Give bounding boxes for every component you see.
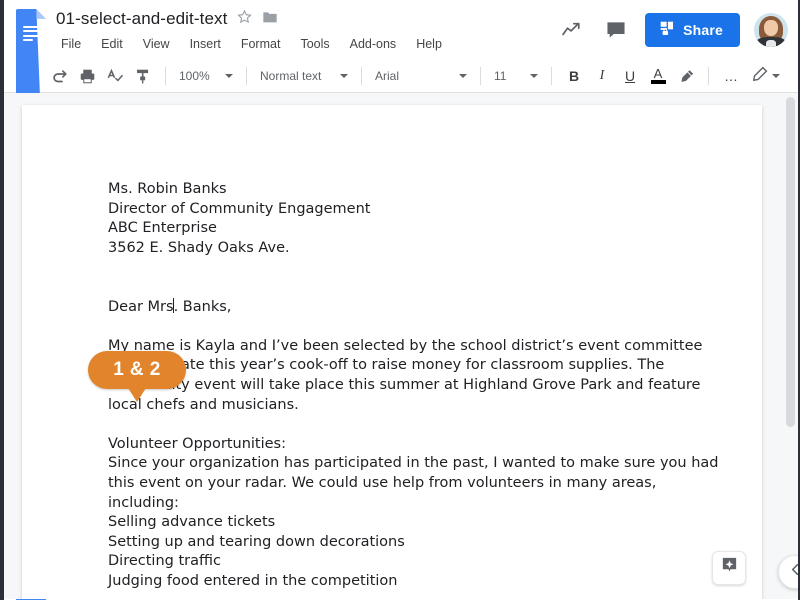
recipient-address: 3562 E. Shady Oaks Ave. bbox=[108, 239, 290, 256]
menu-item-view[interactable]: View bbox=[140, 35, 173, 53]
chevron-down-icon bbox=[530, 74, 538, 78]
menu-bar: File Edit View Insert Format Tools Add-o… bbox=[56, 35, 557, 53]
list-item: Judging food entered in the competition bbox=[108, 572, 398, 589]
google-docs-window: 01-select-and-edit-text File Edit View I… bbox=[0, 0, 800, 600]
title-and-menu: 01-select-and-edit-text File Edit View I… bbox=[56, 0, 557, 53]
recipient-title: Director of Community Engagement bbox=[108, 200, 371, 217]
edit-mode-select[interactable] bbox=[748, 64, 790, 88]
text-color-label: A bbox=[653, 66, 663, 81]
header-actions: Share bbox=[557, 0, 798, 60]
toolbar-divider bbox=[708, 67, 709, 85]
menu-item-file[interactable]: File bbox=[58, 35, 84, 53]
text-color-swatch bbox=[650, 80, 666, 84]
vertical-scrollbar-thumb[interactable] bbox=[786, 97, 795, 427]
explore-assistant-icon bbox=[720, 556, 739, 580]
text-color-button[interactable]: A bbox=[645, 63, 671, 89]
list-item: Directing traffic bbox=[108, 553, 221, 570]
highlight-pen-icon[interactable] bbox=[673, 63, 699, 89]
salutation: Dear Mrs. Banks, bbox=[108, 297, 720, 318]
salutation-after: . Banks, bbox=[173, 298, 232, 315]
menu-item-insert[interactable]: Insert bbox=[187, 35, 224, 53]
italic-button[interactable]: I bbox=[589, 63, 615, 89]
toolbar-divider bbox=[480, 67, 481, 85]
document-title[interactable]: 01-select-and-edit-text bbox=[56, 9, 227, 29]
list-item: Setting up and tearing down decorations bbox=[108, 533, 405, 550]
explore-button[interactable] bbox=[712, 551, 746, 585]
salutation-before: Dear Mrs bbox=[108, 298, 174, 315]
google-docs-icon[interactable] bbox=[16, 9, 46, 600]
zoom-value: 100% bbox=[179, 69, 210, 83]
font-family-select[interactable]: Arial bbox=[371, 64, 471, 88]
chevron-down-icon bbox=[772, 74, 780, 78]
underline-label: U bbox=[624, 68, 636, 84]
spellcheck-icon[interactable] bbox=[102, 63, 128, 89]
edit-pencil-icon bbox=[752, 66, 768, 87]
app-header: 01-select-and-edit-text File Edit View I… bbox=[4, 0, 798, 600]
document-text-body[interactable]: Ms. Robin Banks Director of Community En… bbox=[22, 105, 762, 591]
redo-icon[interactable] bbox=[46, 63, 72, 89]
menu-item-format[interactable]: Format bbox=[238, 35, 284, 53]
star-icon[interactable] bbox=[237, 9, 253, 29]
more-options-button[interactable]: … bbox=[718, 63, 744, 89]
title-row: 01-select-and-edit-text bbox=[56, 6, 557, 32]
menu-item-help[interactable]: Help bbox=[413, 35, 445, 53]
chevron-down-icon bbox=[459, 74, 467, 78]
paragraph-style-value: Normal text bbox=[260, 69, 322, 83]
toolbar-divider bbox=[361, 67, 362, 85]
menu-item-tools[interactable]: Tools bbox=[297, 35, 332, 53]
toolbar-divider bbox=[246, 67, 247, 85]
annotation-badge-tail bbox=[128, 388, 146, 402]
chevron-down-icon bbox=[340, 74, 348, 78]
document-canvas[interactable]: Ms. Robin Banks Director of Community En… bbox=[4, 93, 798, 599]
paragraph-style-select[interactable]: Normal text bbox=[256, 64, 352, 88]
font-size-value: 11 bbox=[494, 69, 507, 83]
chevron-left-icon bbox=[789, 563, 799, 581]
share-label: Share bbox=[683, 22, 723, 38]
bold-button[interactable]: B bbox=[561, 63, 587, 89]
underline-button[interactable]: U bbox=[617, 63, 643, 89]
recipient-company: ABC Enterprise bbox=[108, 220, 217, 237]
zoom-select[interactable]: 100% bbox=[175, 64, 237, 88]
formatting-toolbar: 100% Normal text Arial 11 B I U A … bbox=[4, 60, 798, 93]
recipient-name: Ms. Robin Banks bbox=[108, 181, 227, 197]
more-label: … bbox=[724, 68, 738, 84]
toolbar-divider bbox=[551, 67, 552, 85]
comment-icon[interactable] bbox=[601, 15, 631, 45]
chevron-down-icon bbox=[225, 74, 233, 78]
italic-label: I bbox=[599, 68, 605, 83]
move-to-folder-icon[interactable] bbox=[262, 10, 278, 29]
section-heading: Volunteer Opportunities: bbox=[108, 435, 286, 452]
avatar[interactable] bbox=[754, 13, 788, 47]
bold-label: B bbox=[568, 68, 580, 84]
annotation-badge: 1 & 2 bbox=[88, 351, 186, 402]
paragraph-volunteer: Since your organization has participated… bbox=[108, 455, 719, 511]
menu-item-edit[interactable]: Edit bbox=[98, 35, 126, 53]
list-item: Selling advance tickets bbox=[108, 514, 276, 531]
annotation-badge-label: 1 & 2 bbox=[113, 359, 161, 380]
share-button[interactable]: Share bbox=[645, 13, 740, 47]
font-family-value: Arial bbox=[375, 69, 400, 83]
paragraph-intro: My name is Kayla and I’ve been selected … bbox=[108, 337, 703, 413]
share-lock-icon bbox=[659, 20, 676, 40]
menu-item-add-ons[interactable]: Add-ons bbox=[347, 35, 400, 53]
font-size-select[interactable]: 11 bbox=[490, 64, 542, 88]
print-icon[interactable] bbox=[74, 63, 100, 89]
activity-trend-icon[interactable] bbox=[557, 15, 587, 45]
toolbar-divider bbox=[165, 67, 166, 85]
side-panel-toggle[interactable] bbox=[778, 555, 798, 589]
paint-format-icon[interactable] bbox=[130, 63, 156, 89]
